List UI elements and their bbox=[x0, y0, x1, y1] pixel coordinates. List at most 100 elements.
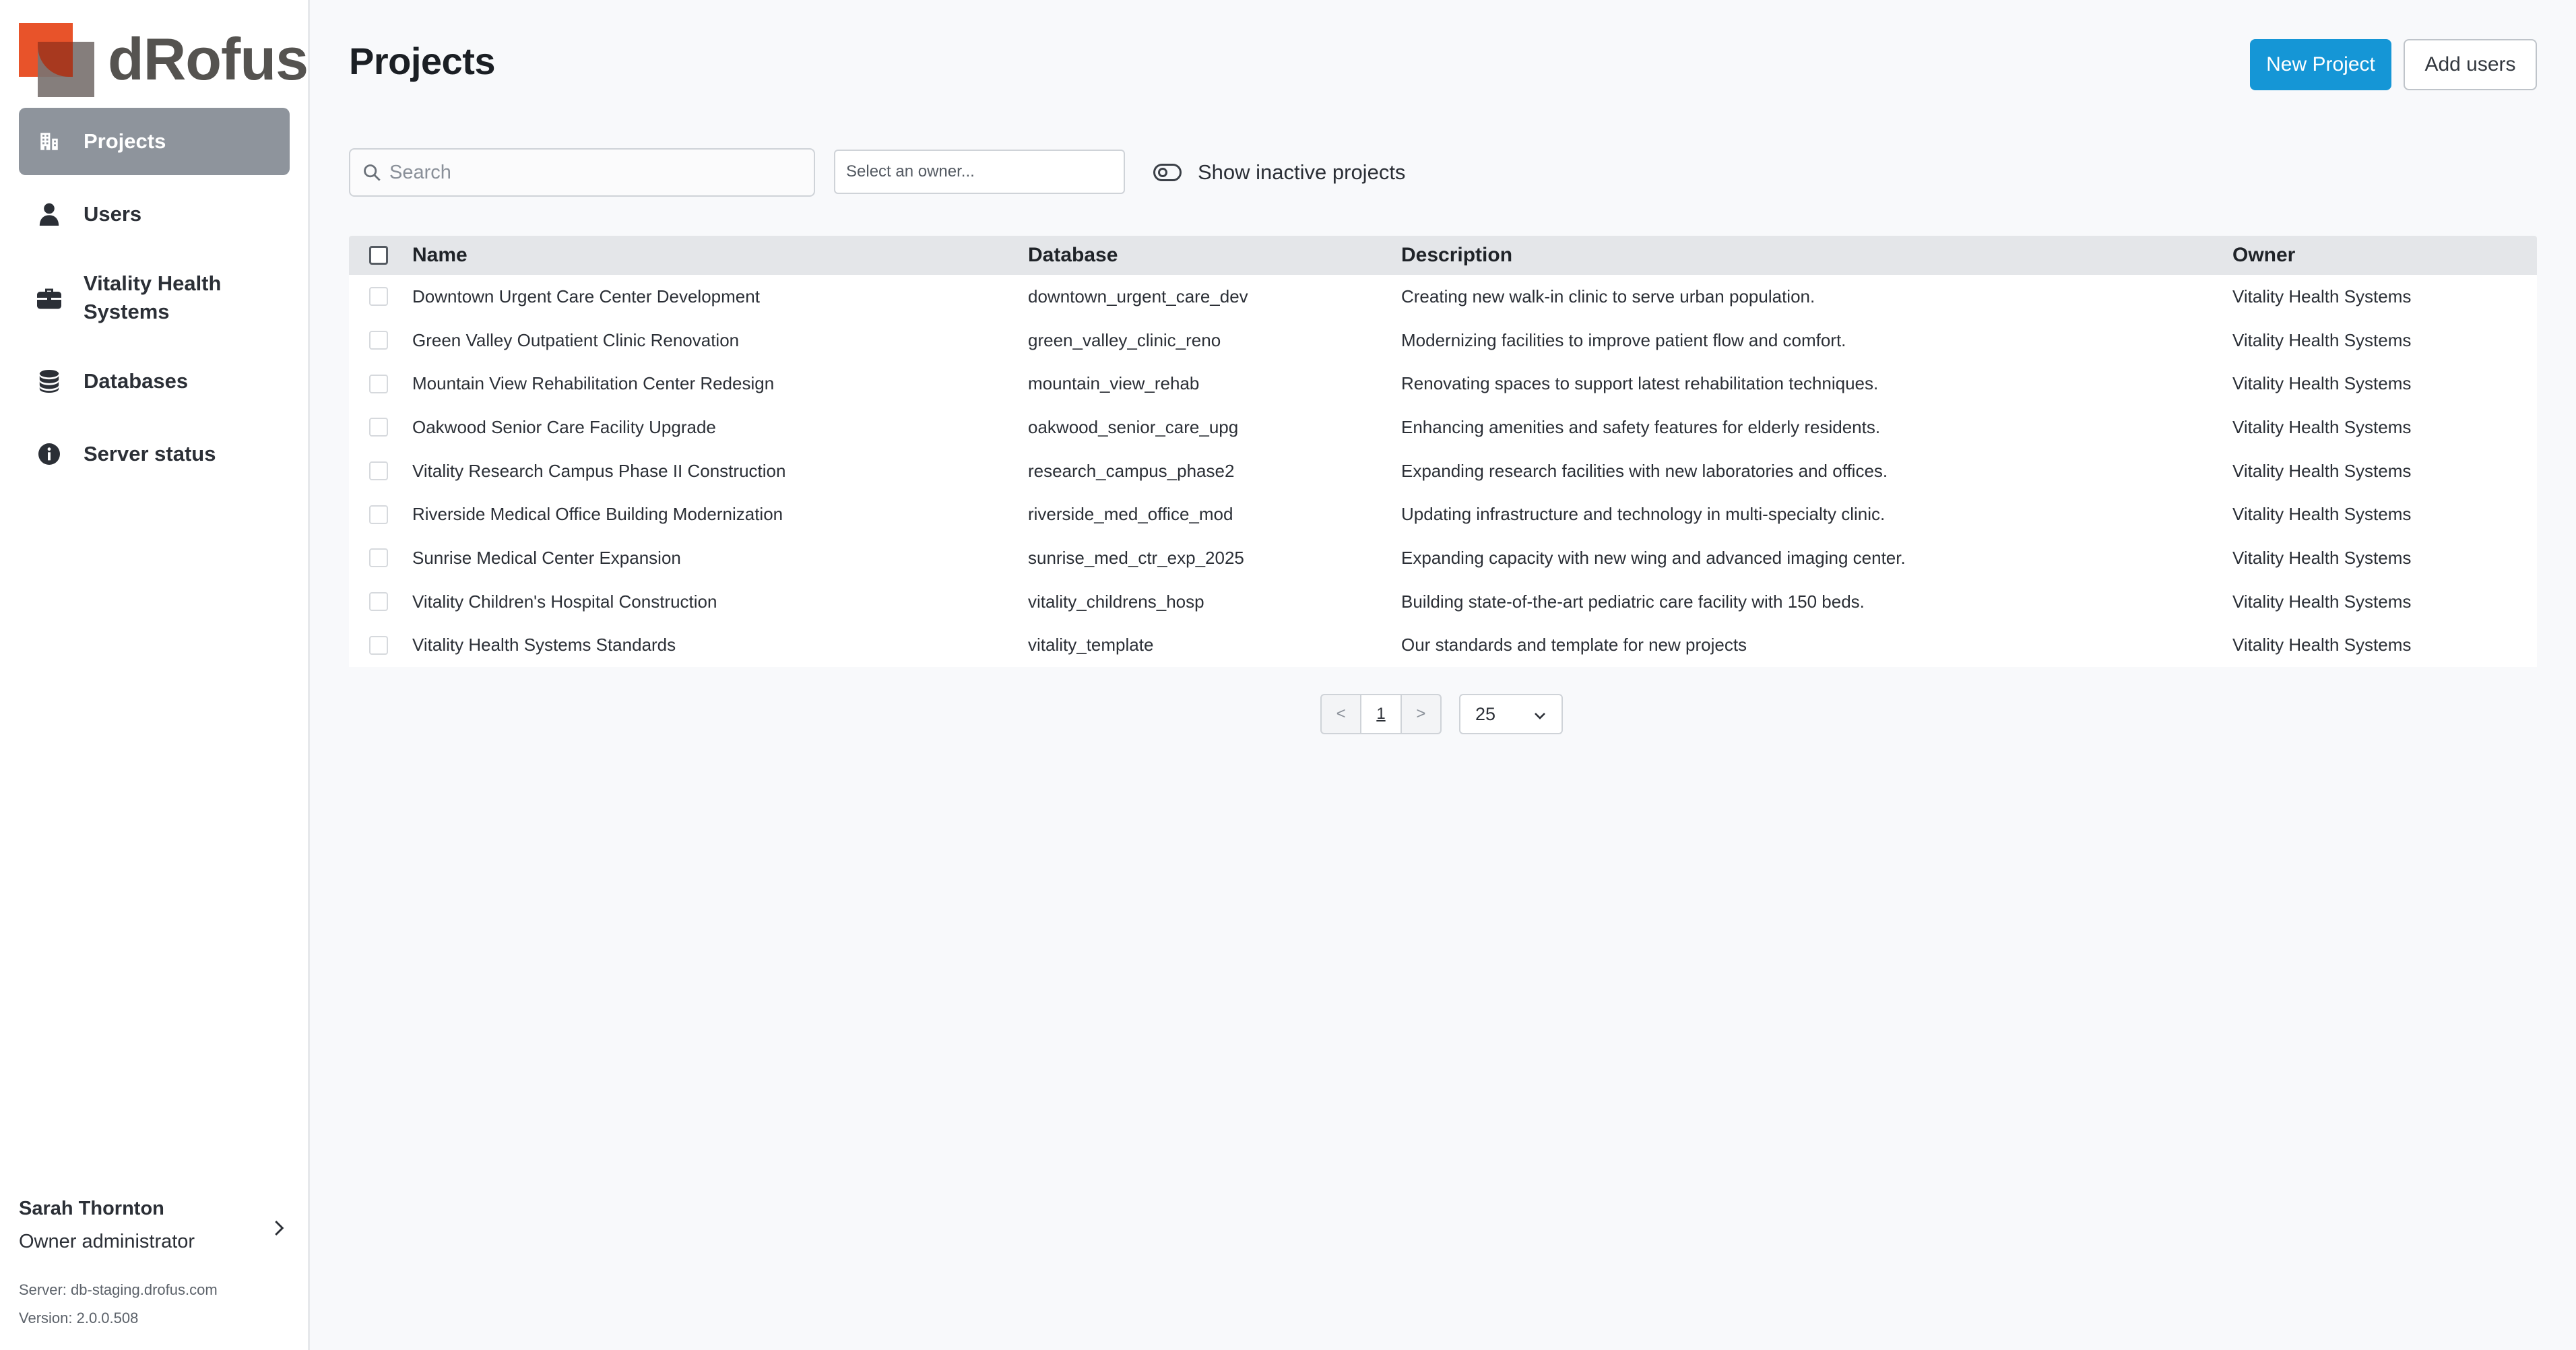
table-header: Name Database Description Owner bbox=[349, 236, 2537, 275]
column-header-name[interactable]: Name bbox=[412, 236, 468, 275]
sidebar-item-label: Vitality Health Systems bbox=[84, 271, 222, 323]
table-row[interactable]: Sunrise Medical Center Expansion sunrise_… bbox=[349, 536, 2537, 580]
cell-database: green_valley_clinic_reno bbox=[1028, 329, 1221, 350]
cell-owner: Vitality Health Systems bbox=[2232, 286, 2412, 307]
logo-mark-icon bbox=[19, 23, 94, 97]
sidebar-item-label: Server status bbox=[84, 442, 216, 465]
cell-owner: Vitality Health Systems bbox=[2232, 373, 2412, 394]
column-header-owner[interactable]: Owner bbox=[2232, 236, 2295, 275]
search-input[interactable] bbox=[389, 150, 807, 195]
row-checkbox[interactable] bbox=[369, 548, 388, 568]
row-checkbox[interactable] bbox=[369, 505, 388, 524]
drofus-logo[interactable]: dRofus bbox=[19, 23, 309, 97]
cell-description: Creating new walk-in clinic to serve urb… bbox=[1401, 286, 1815, 307]
cell-name[interactable]: Downtown Urgent Care Center Development bbox=[412, 275, 760, 319]
show-inactive-label: Show inactive projects bbox=[1198, 160, 1406, 184]
briefcase-icon bbox=[36, 285, 62, 311]
row-checkbox[interactable] bbox=[369, 635, 388, 655]
table-row[interactable]: Riverside Medical Office Building Modern… bbox=[349, 492, 2537, 536]
column-header-description[interactable]: Description bbox=[1401, 236, 1512, 275]
cell-description: Updating infrastructure and technology i… bbox=[1401, 504, 1886, 525]
table-row[interactable]: Mountain View Rehabilitation Center Rede… bbox=[349, 362, 2537, 406]
sidebar: dRofus Projects Users Vitality Health Sy… bbox=[0, 0, 310, 1350]
sidebar-item-label: Users bbox=[84, 202, 142, 226]
select-all-checkbox[interactable] bbox=[369, 246, 388, 265]
table-row[interactable]: Oakwood Senior Care Facility Upgrade oakw… bbox=[349, 406, 2537, 449]
table-row[interactable]: Vitality Research Campus Phase II Constr… bbox=[349, 449, 2537, 493]
table-row[interactable]: Vitality Children's Hospital Constructio… bbox=[349, 580, 2537, 624]
row-checkbox[interactable] bbox=[369, 287, 388, 307]
cell-database: vitality_template bbox=[1028, 635, 1154, 655]
cell-name[interactable]: Mountain View Rehabilitation Center Rede… bbox=[412, 362, 774, 406]
table-row[interactable]: Vitality Health Systems Standards vitalit… bbox=[349, 624, 2537, 668]
next-page-button[interactable]: > bbox=[1402, 695, 1440, 733]
cell-database: research_campus_phase2 bbox=[1028, 460, 1235, 481]
version-info: Version: 2.0.0.508 bbox=[19, 1310, 139, 1326]
cell-description: Our standards and template for new proje… bbox=[1401, 635, 1747, 655]
user-name: Sarah Thornton bbox=[19, 1198, 164, 1219]
cell-name[interactable]: Riverside Medical Office Building Modern… bbox=[412, 492, 783, 536]
app-root: dRofus Projects Users Vitality Health Sy… bbox=[0, 0, 2576, 1350]
server-info: Server: db-staging.drofus.com bbox=[19, 1281, 218, 1298]
row-checkbox[interactable] bbox=[369, 331, 388, 350]
row-checkbox[interactable] bbox=[369, 592, 388, 612]
cell-owner: Vitality Health Systems bbox=[2232, 635, 2412, 655]
column-header-database[interactable]: Database bbox=[1028, 236, 1118, 275]
database-icon bbox=[36, 368, 62, 394]
logo-text: dRofus bbox=[108, 26, 309, 92]
chevron-right-icon[interactable] bbox=[268, 1218, 288, 1238]
cell-description: Expanding capacity with new wing and adv… bbox=[1401, 547, 1906, 568]
add-users-button[interactable]: Add users bbox=[2404, 39, 2537, 90]
table-body: Downtown Urgent Care Center Development d… bbox=[349, 275, 2537, 668]
owner-select[interactable]: Select an owner... bbox=[834, 150, 1125, 194]
cell-name[interactable]: Vitality Health Systems Standards bbox=[412, 624, 676, 668]
row-checkbox[interactable] bbox=[369, 374, 388, 393]
sidebar-item-projects[interactable]: Projects bbox=[19, 108, 290, 175]
sidebar-nav: Projects Users Vitality Health Systems D… bbox=[19, 108, 290, 493]
cell-database: riverside_med_office_mod bbox=[1028, 504, 1233, 525]
show-inactive-toggle[interactable]: Show inactive projects bbox=[1153, 155, 1405, 190]
search-box bbox=[349, 148, 815, 197]
cell-name[interactable]: Sunrise Medical Center Expansion bbox=[412, 536, 681, 580]
info-icon bbox=[36, 441, 62, 467]
sidebar-item-databases[interactable]: Databases bbox=[19, 348, 290, 415]
cell-owner: Vitality Health Systems bbox=[2232, 460, 2412, 481]
cell-database: vitality_childrens_hosp bbox=[1028, 591, 1204, 612]
cell-database: sunrise_med_ctr_exp_2025 bbox=[1028, 547, 1244, 568]
new-project-button[interactable]: New Project bbox=[2250, 39, 2391, 90]
toggle-switch-icon[interactable] bbox=[1153, 164, 1182, 181]
cell-owner: Vitality Health Systems bbox=[2232, 547, 2412, 568]
pagination: < 1 > bbox=[1320, 694, 1442, 734]
cell-name[interactable]: Green Valley Outpatient Clinic Renovatio… bbox=[412, 319, 739, 362]
page-size-select[interactable]: 25 bbox=[1459, 694, 1563, 734]
cell-description: Building state-of-the-art pediatric care… bbox=[1401, 591, 1865, 612]
sidebar-item-label: Projects bbox=[84, 129, 166, 153]
cell-name[interactable]: Vitality Children's Hospital Constructio… bbox=[412, 580, 717, 624]
sidebar-item-server-status[interactable]: Server status bbox=[19, 420, 290, 488]
sidebar-item-users[interactable]: Users bbox=[19, 181, 290, 248]
cell-owner: Vitality Health Systems bbox=[2232, 591, 2412, 612]
user-menu[interactable]: Sarah Thornton Owner administrator bbox=[19, 1198, 288, 1253]
prev-page-button[interactable]: < bbox=[1322, 695, 1360, 733]
table-row[interactable]: Green Valley Outpatient Clinic Renovatio… bbox=[349, 319, 2537, 362]
projects-table: Name Database Description Owner Downtown… bbox=[349, 236, 2537, 668]
page-size-value: 25 bbox=[1475, 703, 1496, 724]
user-icon bbox=[36, 201, 62, 227]
cell-database: oakwood_senior_care_upg bbox=[1028, 416, 1239, 437]
cell-description: Renovating spaces to support latest reha… bbox=[1401, 373, 1879, 394]
cell-database: mountain_view_rehab bbox=[1028, 373, 1200, 394]
sidebar-item-organization[interactable]: Vitality Health Systems bbox=[19, 253, 290, 342]
cell-name[interactable]: Vitality Research Campus Phase II Constr… bbox=[412, 449, 785, 493]
building-icon bbox=[36, 129, 62, 154]
sidebar-item-label: Databases bbox=[84, 369, 189, 393]
cell-owner: Vitality Health Systems bbox=[2232, 416, 2412, 437]
cell-owner: Vitality Health Systems bbox=[2232, 504, 2412, 525]
cell-database: downtown_urgent_care_dev bbox=[1028, 286, 1248, 307]
table-row[interactable]: Downtown Urgent Care Center Development d… bbox=[349, 275, 2537, 319]
cell-name[interactable]: Oakwood Senior Care Facility Upgrade bbox=[412, 406, 716, 449]
row-checkbox[interactable] bbox=[369, 418, 388, 437]
page-number-button[interactable]: 1 bbox=[1360, 695, 1402, 733]
row-checkbox[interactable] bbox=[369, 461, 388, 481]
cell-owner: Vitality Health Systems bbox=[2232, 329, 2412, 350]
page-title: Projects bbox=[349, 40, 496, 82]
